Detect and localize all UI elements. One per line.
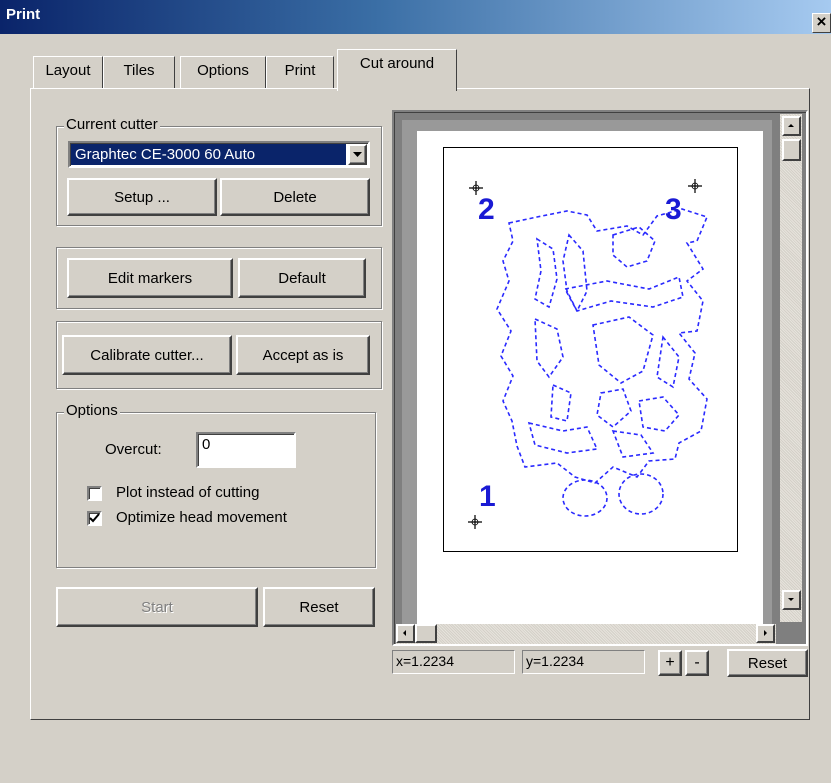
y-coordinate-readout: y=1.2234 <box>522 650 645 674</box>
scroll-thumb-horizontal[interactable] <box>415 624 437 643</box>
default-button[interactable]: Default <box>238 258 366 298</box>
delete-button[interactable]: Delete <box>220 178 370 216</box>
arrow-up-icon <box>788 124 794 127</box>
scroll-down-button[interactable] <box>782 590 801 610</box>
checkmark-icon <box>89 513 100 523</box>
arrow-right-icon <box>764 630 767 636</box>
arrow-down-icon <box>788 598 794 601</box>
plot-checkbox[interactable] <box>87 486 102 501</box>
scroll-thumb-vertical[interactable] <box>782 139 801 161</box>
window-title: Print <box>6 6 41 23</box>
start-button[interactable]: Start <box>56 587 258 627</box>
cutter-select[interactable]: Graphtec CE-3000 60 Auto <box>68 141 370 168</box>
arrow-left-icon <box>403 630 406 636</box>
edit-markers-button[interactable]: Edit markers <box>67 258 233 298</box>
x-coordinate-readout: x=1.2234 <box>392 650 515 674</box>
vertical-scrollbar[interactable] <box>780 114 802 622</box>
tab-tiles[interactable]: Tiles <box>103 56 175 88</box>
preview-area[interactable]: 2 3 1 <box>392 110 808 646</box>
scroll-up-button[interactable] <box>782 116 801 136</box>
overcut-input[interactable]: 0 <box>196 432 296 468</box>
preview-page: 2 3 1 <box>417 131 763 626</box>
preview-reset-button[interactable]: Reset <box>727 649 808 677</box>
overcut-label: Overcut: <box>105 441 162 458</box>
scroll-right-button[interactable] <box>756 624 775 643</box>
zoom-in-button[interactable]: + <box>658 650 682 676</box>
cut-outline-graphic <box>468 179 709 529</box>
setup-button[interactable]: Setup ... <box>67 178 217 216</box>
tab-cut-around[interactable]: Cut around <box>337 49 457 91</box>
options-label: Options <box>64 402 120 419</box>
calibrate-cutter-button[interactable]: Calibrate cutter... <box>62 335 232 375</box>
title-bar <box>0 0 831 34</box>
current-cutter-label: Current cutter <box>64 116 160 133</box>
close-button[interactable]: × <box>812 13 831 33</box>
zoom-out-button[interactable]: - <box>685 650 709 676</box>
optimize-checkbox[interactable] <box>87 511 102 526</box>
chevron-down-icon[interactable] <box>348 144 367 165</box>
marker-3-label: 3 <box>665 193 682 226</box>
reset-button[interactable]: Reset <box>263 587 375 627</box>
marker-1-label: 1 <box>479 480 496 513</box>
scroll-left-button[interactable] <box>396 624 415 643</box>
cutter-select-value: Graphtec CE-3000 60 Auto <box>71 144 346 165</box>
marker-2-label: 2 <box>478 193 495 226</box>
accept-as-is-button[interactable]: Accept as is <box>236 335 370 375</box>
tab-print[interactable]: Print <box>266 56 334 88</box>
plot-label: Plot instead of cutting <box>116 484 260 501</box>
tab-layout[interactable]: Layout <box>33 56 103 88</box>
optimize-label: Optimize head movement <box>116 509 287 526</box>
horizontal-scrollbar[interactable] <box>396 624 776 644</box>
tab-options[interactable]: Options <box>180 56 266 88</box>
